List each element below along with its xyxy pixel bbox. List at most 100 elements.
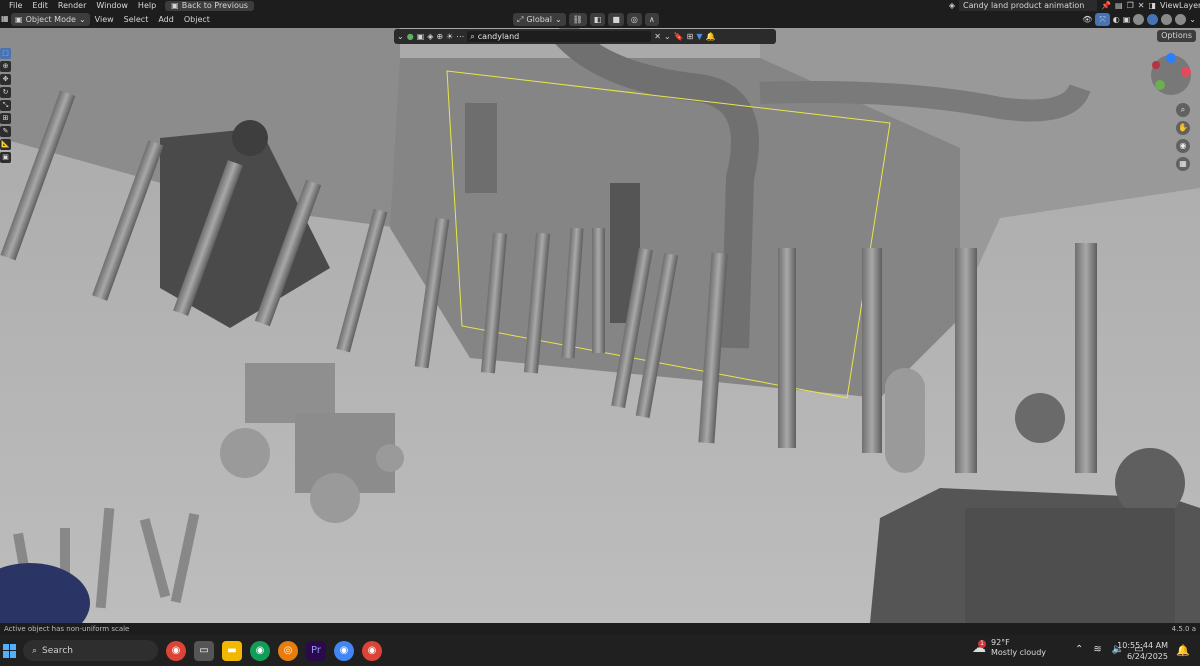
snap-toggle[interactable]: ◧	[589, 13, 606, 26]
scene-icon[interactable]: ◈	[949, 1, 955, 10]
chevron-down-icon: ⌄	[554, 15, 562, 24]
bookmark-icon[interactable]: 🔖	[674, 32, 684, 41]
color-icon[interactable]: ●	[407, 32, 414, 41]
top-menu-bar: File Edit Render Window Help ▣ Back to P…	[0, 0, 1200, 11]
filter-icon[interactable]: ▼	[696, 32, 702, 41]
search-icon: ⌕	[470, 31, 475, 41]
menu-view[interactable]: View	[90, 11, 119, 28]
orientation-label: Global	[526, 15, 552, 24]
solid-shading-button[interactable]	[1147, 14, 1159, 25]
ortho-grid-icon[interactable]: ▦	[1176, 157, 1190, 171]
weather-widget[interactable]: ☁ 1 92°F Mostly cloudy	[972, 638, 1046, 658]
annotate-icon[interactable]: ✎	[0, 126, 11, 137]
camera-filter-icon[interactable]: ⊕	[436, 32, 443, 41]
chrome-icon[interactable]: ◉	[250, 640, 270, 661]
view-layer-name[interactable]: ViewLayer	[1160, 1, 1200, 10]
chevron-down-icon: ⌄	[78, 15, 86, 24]
pin-icon[interactable]: 📌	[1101, 1, 1111, 10]
link-icon: ⛓	[572, 15, 583, 24]
delete-scene-icon[interactable]: ✕	[1138, 1, 1145, 10]
transform-orientation-dropdown[interactable]: ⤢ Global ⌄	[513, 13, 566, 26]
collapse-icon[interactable]: ⌄	[664, 32, 671, 41]
wifi-icon[interactable]: ≋	[1093, 644, 1101, 655]
outliner-search-value: candyland	[477, 32, 520, 41]
notification-icon[interactable]: 🔔	[706, 32, 716, 41]
falloff-dropdown[interactable]: ∧	[644, 13, 659, 26]
rotate-icon[interactable]: ↻	[0, 87, 11, 98]
status-bar: Active object has non-uniform scale 4.5.…	[0, 623, 1200, 635]
chrome-icon[interactable]: ◉	[362, 640, 382, 661]
file-explorer-icon[interactable]: ▬	[222, 640, 242, 661]
status-message: Active object has non-uniform scale	[4, 625, 130, 633]
rendered-shading-button[interactable]	[1175, 14, 1187, 25]
menu-help[interactable]: Help	[133, 0, 161, 11]
menu-select[interactable]: Select	[119, 11, 154, 28]
snap-icon: ◧	[593, 15, 602, 24]
taskbar-search[interactable]: ⌕ Search	[23, 640, 158, 661]
new-scene-icon[interactable]: ❐	[1127, 1, 1134, 10]
clock-date: 6/24/2025	[1126, 652, 1168, 661]
measure-icon[interactable]: 📐	[0, 139, 11, 150]
shading-options-icon[interactable]: ⌄	[1189, 15, 1196, 24]
proportional-icon: ◎	[630, 15, 638, 24]
overlay-icon[interactable]: ◐	[1113, 15, 1120, 24]
xray-icon[interactable]: ▣	[1123, 15, 1131, 24]
pivot-dropdown[interactable]: ⛓	[568, 13, 587, 26]
close-icon[interactable]: ✕	[654, 32, 661, 41]
3d-viewport[interactable]	[0, 28, 1200, 623]
weather-badge: 1	[978, 640, 986, 648]
gizmo-toggle[interactable]: ⤧	[1095, 13, 1110, 26]
scene-browse-icon[interactable]: ▤	[1115, 1, 1123, 10]
view-layer-icon[interactable]: ◨	[1148, 1, 1156, 10]
back-to-previous-button[interactable]: ▣ Back to Previous	[165, 0, 255, 11]
object-mode-icon: ▣	[15, 15, 23, 24]
mode-dropdown[interactable]: ▣ Object Mode ⌄	[11, 13, 90, 26]
transform-icon[interactable]: ⊞	[0, 113, 11, 124]
chrome-icon[interactable]: ◉	[166, 640, 186, 661]
notification-bell-icon[interactable]: 🔔	[1176, 644, 1190, 657]
scale-icon[interactable]: ⤡	[0, 100, 11, 111]
move-icon[interactable]: ✥	[0, 74, 11, 85]
select-box-icon[interactable]: ⬚	[0, 48, 11, 59]
outliner-search-input[interactable]: ⌕ candyland	[467, 31, 652, 42]
navigation-gizmo[interactable]	[1148, 50, 1194, 100]
other-filter-icon[interactable]: ⋯	[456, 32, 464, 41]
falloff-icon: ∧	[648, 15, 655, 24]
search-icon: ⌕	[32, 645, 38, 656]
menu-edit[interactable]: Edit	[27, 0, 53, 11]
premiere-icon[interactable]: Pr	[306, 640, 326, 661]
proportional-edit-toggle[interactable]: ◎	[626, 13, 642, 26]
snap-target-dropdown[interactable]: ■	[608, 13, 624, 26]
hierarchy-icon[interactable]: ⊞	[687, 32, 694, 41]
clock[interactable]: 10:55:44 AM 6/24/2025	[1117, 640, 1168, 662]
scene-render	[0, 28, 1200, 623]
menu-add[interactable]: Add	[153, 11, 179, 28]
outliner-filter-bar: ⌄ ● ▣ ◈ ⊕ ☀ ⋯ ⌕ candyland ✕ ⌄ 🔖 ⊞ ▼ 🔔	[394, 29, 776, 44]
camera-view-icon[interactable]: ◉	[1176, 139, 1190, 153]
blender-icon[interactable]: ◎	[278, 640, 298, 661]
menu-file[interactable]: File	[4, 0, 27, 11]
mesh-filter-icon[interactable]: ◈	[427, 32, 433, 41]
object-filter-icon[interactable]: ▣	[417, 32, 425, 41]
task-view-icon[interactable]: ▭	[194, 640, 214, 661]
back-icon: ▣	[171, 0, 179, 10]
editor-type-icon[interactable]: ▦	[1, 14, 9, 23]
chevron-up-icon[interactable]: ⌃	[1075, 644, 1083, 655]
menu-object[interactable]: Object	[179, 11, 215, 28]
chrome-icon[interactable]: ◉	[334, 640, 354, 661]
chevron-down-icon[interactable]: ⌄	[397, 32, 404, 41]
light-filter-icon[interactable]: ☀	[446, 32, 453, 41]
visibility-icon[interactable]: 👁	[1082, 15, 1092, 24]
menu-window[interactable]: Window	[91, 0, 133, 11]
zoom-icon[interactable]: ⌕	[1176, 103, 1190, 117]
wireframe-shading-button[interactable]	[1133, 14, 1145, 25]
start-button[interactable]	[3, 643, 17, 658]
cursor-icon[interactable]: ⊕	[0, 61, 11, 72]
taskbar-search-label: Search	[42, 645, 73, 656]
options-button[interactable]: Options	[1157, 30, 1196, 42]
material-shading-button[interactable]	[1161, 14, 1173, 25]
scene-name-field[interactable]: Candy land product animation	[959, 0, 1098, 11]
menu-render[interactable]: Render	[53, 0, 91, 11]
add-cube-icon[interactable]: ▣	[0, 152, 11, 163]
pan-hand-icon[interactable]: ✋	[1176, 121, 1190, 135]
